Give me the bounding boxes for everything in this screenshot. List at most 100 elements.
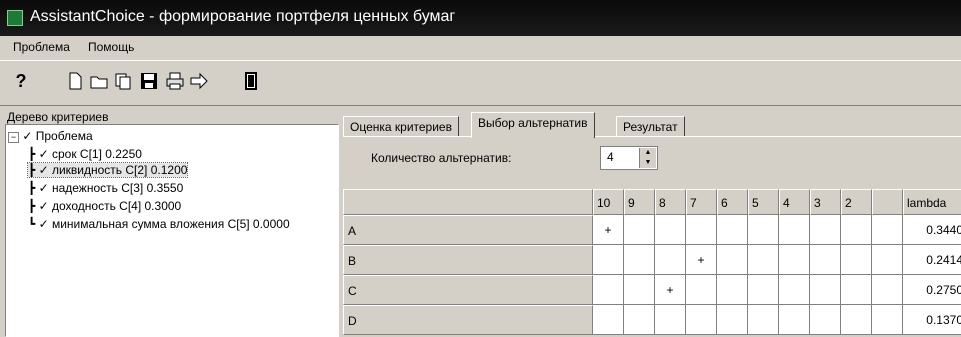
grid-row-header[interactable]: D bbox=[343, 305, 593, 335]
criterion-icon: ✓ bbox=[38, 163, 49, 177]
tab-criteria-evaluation[interactable]: Оценка критериев bbox=[343, 116, 459, 137]
grid-cell[interactable] bbox=[841, 245, 872, 275]
grid-cell[interactable] bbox=[593, 245, 624, 275]
grid-cell[interactable] bbox=[779, 275, 810, 305]
grid-column-header[interactable]: 2 bbox=[841, 189, 872, 215]
grid-cell[interactable] bbox=[624, 245, 655, 275]
menu-bar: Проблема Помощь bbox=[0, 36, 961, 58]
grid-column-header[interactable]: 6 bbox=[717, 189, 748, 215]
grid-cell[interactable] bbox=[748, 215, 779, 245]
grid-cell[interactable] bbox=[686, 275, 717, 305]
grid-cell[interactable] bbox=[717, 305, 748, 335]
copy-button[interactable] bbox=[112, 69, 134, 93]
grid-cell[interactable] bbox=[779, 305, 810, 335]
grid-cell[interactable] bbox=[872, 245, 903, 275]
grid-cell[interactable]: + bbox=[655, 275, 686, 305]
grid-cell[interactable]: + bbox=[686, 245, 717, 275]
grid-cell[interactable] bbox=[624, 275, 655, 305]
grid-row-header[interactable]: A bbox=[343, 215, 593, 245]
check-icon: ✓ bbox=[22, 129, 33, 143]
tree-item-2[interactable]: ┣ ✓ надежность C[3] 0.3550 bbox=[28, 181, 183, 195]
tree-item-1[interactable]: ┣ ✓ ликвидность C[2] 0.1200 bbox=[26, 162, 189, 178]
grid-column-header[interactable]: 9 bbox=[624, 189, 655, 215]
grid-column-header[interactable]: 10 bbox=[593, 189, 624, 215]
grid-cell[interactable] bbox=[655, 245, 686, 275]
open-button[interactable] bbox=[88, 69, 110, 93]
grid-cell[interactable] bbox=[779, 215, 810, 245]
tree-item-0[interactable]: ┣ ✓ срок C[1] 0.2250 bbox=[28, 147, 142, 161]
title-bar: AssistantChoice - формирование портфеля … bbox=[0, 0, 961, 36]
new-button[interactable] bbox=[64, 69, 86, 93]
export-icon bbox=[190, 72, 208, 90]
grid-cell[interactable] bbox=[686, 215, 717, 245]
grid-cell[interactable] bbox=[717, 275, 748, 305]
spin-up-icon[interactable]: ▲ bbox=[640, 148, 656, 158]
tab-alternatives-choice[interactable]: Выбор альтернатив bbox=[471, 112, 595, 138]
criterion-icon: ✓ bbox=[38, 217, 49, 231]
criterion-icon: ✓ bbox=[38, 199, 49, 213]
save-button[interactable] bbox=[138, 69, 160, 93]
grid-cell[interactable] bbox=[655, 305, 686, 335]
grid-cell[interactable] bbox=[748, 305, 779, 335]
new-icon bbox=[69, 72, 82, 90]
menu-problem[interactable]: Проблема bbox=[13, 40, 70, 54]
grid-cell[interactable] bbox=[593, 275, 624, 305]
grid-cell[interactable] bbox=[810, 305, 841, 335]
grid-row-header[interactable]: B bbox=[343, 245, 593, 275]
alternatives-count-spinner[interactable]: 4 ▲ ▼ bbox=[600, 146, 658, 170]
grid-column-header[interactable]: lambda bbox=[903, 189, 961, 215]
print-button[interactable] bbox=[164, 69, 186, 93]
tree-item-3[interactable]: ┣ ✓ доходность C[4] 0.3000 bbox=[28, 199, 181, 213]
tree-root[interactable]: − ✓ Проблема bbox=[8, 129, 93, 143]
grid-column-header[interactable]: 8 bbox=[655, 189, 686, 215]
grid-cell[interactable] bbox=[748, 275, 779, 305]
grid-cell[interactable] bbox=[810, 215, 841, 245]
grid-cell[interactable] bbox=[841, 275, 872, 305]
menu-help[interactable]: Помощь bbox=[88, 40, 134, 54]
exit-icon bbox=[245, 72, 257, 90]
grid-column-header[interactable] bbox=[872, 189, 903, 215]
alternatives-panel: Количество альтернатив: 4 ▲ ▼ 10 9 8 7 6 5 4 3 2… bbox=[343, 136, 961, 336]
tree-root-label: Проблема bbox=[35, 129, 93, 143]
grid-cell[interactable] bbox=[748, 245, 779, 275]
grid-column-header[interactable]: 5 bbox=[748, 189, 779, 215]
save-icon bbox=[141, 73, 157, 89]
grid-column-header[interactable]: 7 bbox=[686, 189, 717, 215]
grid-cell[interactable] bbox=[717, 245, 748, 275]
grid-cell[interactable] bbox=[686, 305, 717, 335]
grid-cell[interactable] bbox=[872, 305, 903, 335]
lambda-cell: 0.1370 bbox=[903, 305, 961, 335]
criterion-icon: ✓ bbox=[38, 147, 49, 161]
criteria-tree[interactable]: − ✓ Проблема ┣ ✓ срок C[1] 0.2250 ┣ ✓ ли… bbox=[5, 124, 339, 337]
spin-down-icon[interactable]: ▼ bbox=[640, 158, 656, 168]
grid-cell[interactable] bbox=[624, 305, 655, 335]
grid-cell[interactable] bbox=[624, 215, 655, 245]
lambda-cell: 0.2750 bbox=[903, 275, 961, 305]
collapse-icon[interactable]: − bbox=[8, 132, 19, 143]
criteria-tree-panel: Дерево критериев − ✓ Проблема ┣ ✓ срок C… bbox=[3, 108, 339, 337]
grid-column-header[interactable]: 3 bbox=[810, 189, 841, 215]
grid-column-header[interactable]: 4 bbox=[779, 189, 810, 215]
exit-button[interactable] bbox=[240, 69, 262, 93]
tab-result[interactable]: Результат bbox=[616, 116, 685, 137]
grid-row-header[interactable]: C bbox=[343, 275, 593, 305]
grid-cell[interactable] bbox=[655, 215, 686, 245]
help-button[interactable]: ? bbox=[10, 69, 32, 93]
export-button[interactable] bbox=[188, 69, 210, 93]
grid-cell[interactable] bbox=[810, 275, 841, 305]
grid-cell[interactable] bbox=[841, 215, 872, 245]
grid-cell[interactable] bbox=[872, 215, 903, 245]
grid-cell[interactable] bbox=[841, 305, 872, 335]
tree-item-4[interactable]: ┗ ✓ минимальная сумма вложения C[5] 0.00… bbox=[28, 217, 290, 231]
grid-cell[interactable] bbox=[717, 215, 748, 245]
grid-cell[interactable] bbox=[872, 275, 903, 305]
tree-item-label: минимальная сумма вложения C[5] 0.0000 bbox=[51, 217, 290, 231]
tree-item-label: надежность C[3] 0.3550 bbox=[51, 181, 184, 195]
grid-cell[interactable]: + bbox=[593, 215, 624, 245]
spinner-arrows[interactable]: ▲ ▼ bbox=[639, 148, 656, 168]
window-title: AssistantChoice - формирование портфеля … bbox=[30, 8, 456, 25]
grid-cell[interactable] bbox=[593, 305, 624, 335]
grid-cell[interactable] bbox=[779, 245, 810, 275]
app-icon bbox=[7, 10, 23, 26]
grid-cell[interactable] bbox=[810, 245, 841, 275]
